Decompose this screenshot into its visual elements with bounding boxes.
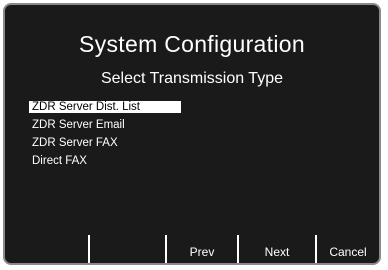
option-zdr-server-fax[interactable]: ZDR Server FAX — [29, 137, 121, 149]
softkey-1[interactable] — [5, 233, 88, 263]
option-direct-fax[interactable]: Direct FAX — [29, 155, 90, 167]
page-subtitle: Select Transmission Type — [100, 70, 283, 87]
cancel-button[interactable]: Cancel — [317, 233, 379, 263]
option-zdr-server-dist-list[interactable]: ZDR Server Dist. List — [29, 101, 181, 113]
prev-label: Prev — [189, 245, 215, 259]
next-label: Next — [264, 245, 290, 259]
lcd-screen: System Configuration Select Transmission… — [3, 3, 381, 265]
page-title: System Configuration — [79, 31, 305, 57]
transmission-type-list: ZDR Server Dist. List ZDR Server Email Z… — [29, 97, 181, 169]
device-bezel: System Configuration Select Transmission… — [0, 0, 388, 270]
prev-button[interactable]: Prev — [167, 233, 237, 263]
softkey-2[interactable] — [90, 233, 165, 263]
option-zdr-server-email[interactable]: ZDR Server Email — [29, 119, 128, 131]
softkey-bar: Prev Next Cancel — [5, 233, 379, 263]
cancel-label: Cancel — [329, 245, 367, 259]
next-button[interactable]: Next — [239, 233, 315, 263]
